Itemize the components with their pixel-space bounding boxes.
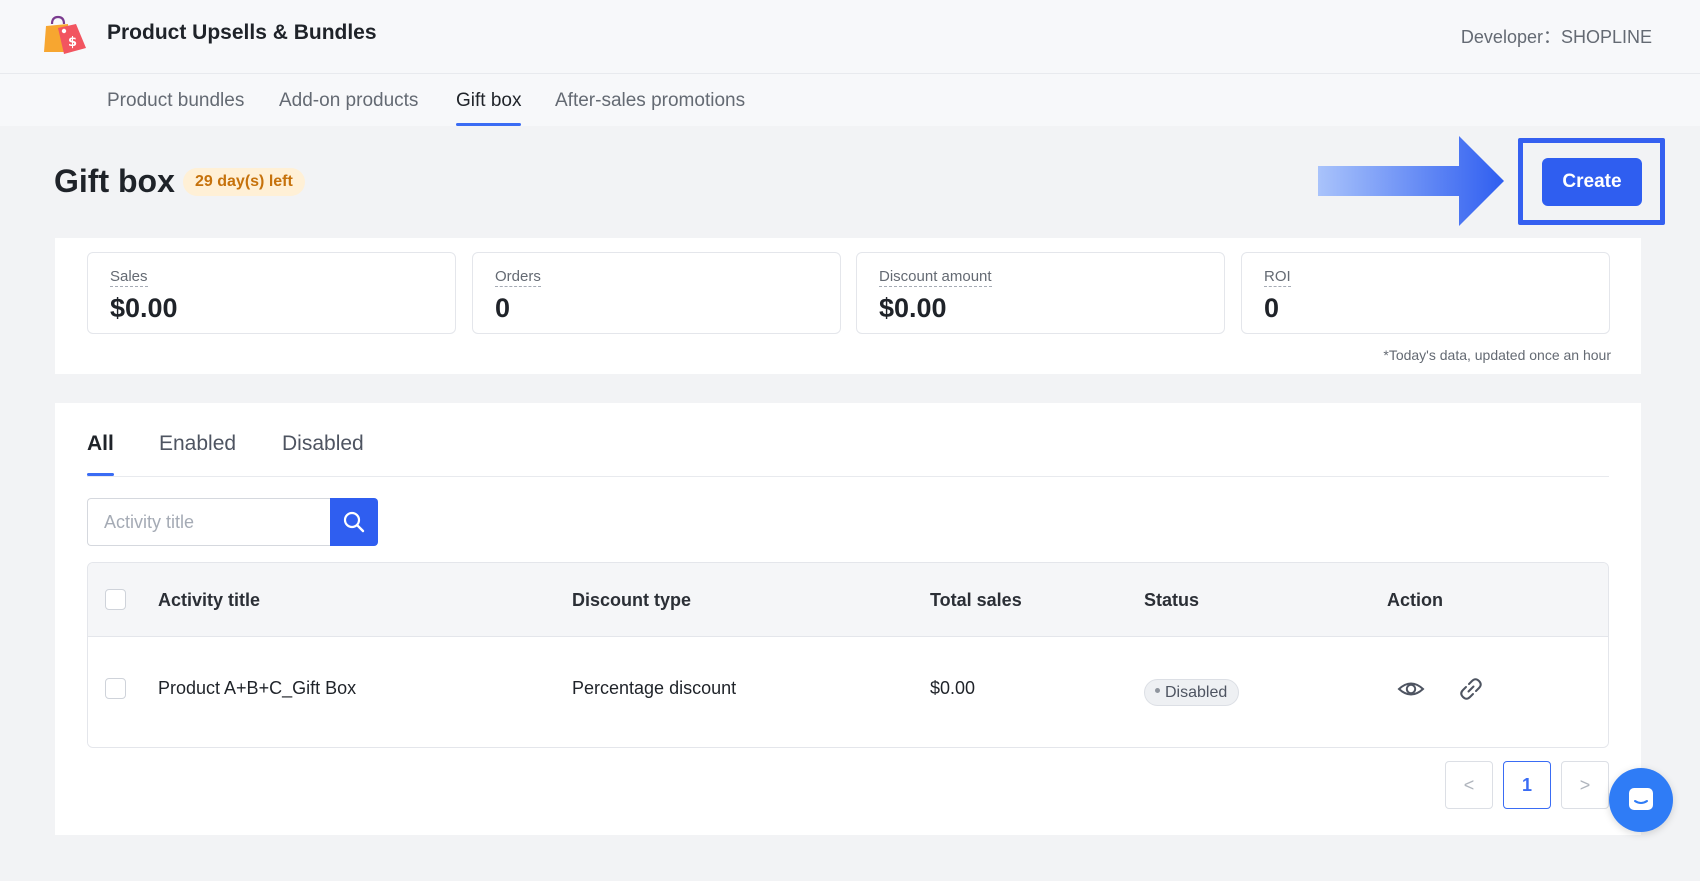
pagination-page-1[interactable]: 1 [1503, 761, 1551, 809]
pagination-next-button[interactable]: > [1561, 761, 1609, 809]
metric-label[interactable]: ROI [1264, 268, 1291, 287]
metric-orders: Orders 0 [472, 252, 841, 334]
metric-value: $0.00 [110, 293, 178, 323]
chat-launcher-button[interactable] [1609, 768, 1673, 832]
top-nav: Product bundles Add-on products Gift box… [0, 74, 1700, 126]
tab-gift-box[interactable]: Gift box [456, 90, 522, 126]
metric-value: 0 [1264, 293, 1280, 323]
eye-icon[interactable] [1396, 674, 1426, 704]
activity-list-card: All Enabled Disabled Activity title Disc… [55, 403, 1641, 835]
status-badge: Disabled [1144, 679, 1240, 706]
developer-label: Developer：SHOPLINE [1460, 27, 1652, 47]
metric-label[interactable]: Sales [110, 268, 148, 287]
row-discount-type: Percentage discount [572, 678, 737, 698]
metric-roi: ROI 0 [1241, 252, 1610, 334]
metric-discount-amount: Discount amount $0.00 [856, 252, 1225, 334]
column-action: Action [1387, 590, 1443, 610]
activity-title-search-input[interactable] [87, 498, 331, 546]
metric-label[interactable]: Orders [495, 268, 541, 287]
filter-tab-all[interactable]: All [87, 432, 114, 476]
link-icon[interactable] [1456, 674, 1486, 704]
tab-after-sales-promotions[interactable]: After-sales promotions [555, 90, 745, 126]
column-total-sales: Total sales [930, 590, 1022, 610]
tab-product-bundles[interactable]: Product bundles [107, 90, 244, 126]
column-discount-type: Discount type [572, 590, 692, 610]
activity-table: Activity title Discount type Total sales… [87, 562, 1609, 748]
app-title: Product Upsells & Bundles [107, 21, 377, 44]
shopping-bag-logo-icon: $ [44, 15, 86, 54]
metrics-update-note: *Today's data, updated once an hour [1383, 347, 1611, 363]
row-checkbox[interactable] [105, 678, 126, 699]
metric-label[interactable]: Discount amount [879, 268, 992, 287]
column-status: Status [1144, 590, 1200, 610]
metric-value: $0.00 [879, 293, 947, 323]
metric-value: 0 [495, 293, 511, 323]
tab-add-on-products[interactable]: Add-on products [279, 90, 418, 126]
status-dot [1155, 688, 1160, 694]
trial-days-badge: 29 day(s) left [183, 168, 305, 196]
metric-sales: Sales $0.00 [87, 252, 456, 334]
search-button[interactable] [330, 498, 378, 546]
divider [87, 476, 1609, 477]
select-all-checkbox[interactable] [105, 589, 126, 610]
search-icon [343, 511, 365, 533]
arrow-right-icon [1318, 136, 1504, 226]
page-title: Gift box [54, 163, 175, 199]
status-text: Disabled [1165, 684, 1228, 701]
filter-tab-enabled[interactable]: Enabled [159, 432, 236, 476]
row-activity-title: Product A+B+C_Gift Box [158, 678, 357, 698]
create-button[interactable]: Create [1542, 158, 1642, 206]
chat-bubble-icon [1629, 788, 1653, 810]
column-activity-title: Activity title [158, 590, 261, 610]
table-header: Activity title Discount type Total sales… [88, 563, 1608, 637]
app-header: $ Product Upsells & Bundles Developer：SH… [0, 0, 1700, 74]
metrics-card: Sales $0.00 Orders 0 Discount amount $0.… [55, 238, 1641, 374]
table-row: Product A+B+C_Gift Box Percentage discou… [88, 637, 1608, 747]
filter-tab-disabled[interactable]: Disabled [282, 432, 364, 476]
row-total-sales: $0.00 [930, 678, 976, 698]
pagination-prev-button[interactable]: < [1445, 761, 1493, 809]
svg-text:$: $ [68, 35, 77, 50]
